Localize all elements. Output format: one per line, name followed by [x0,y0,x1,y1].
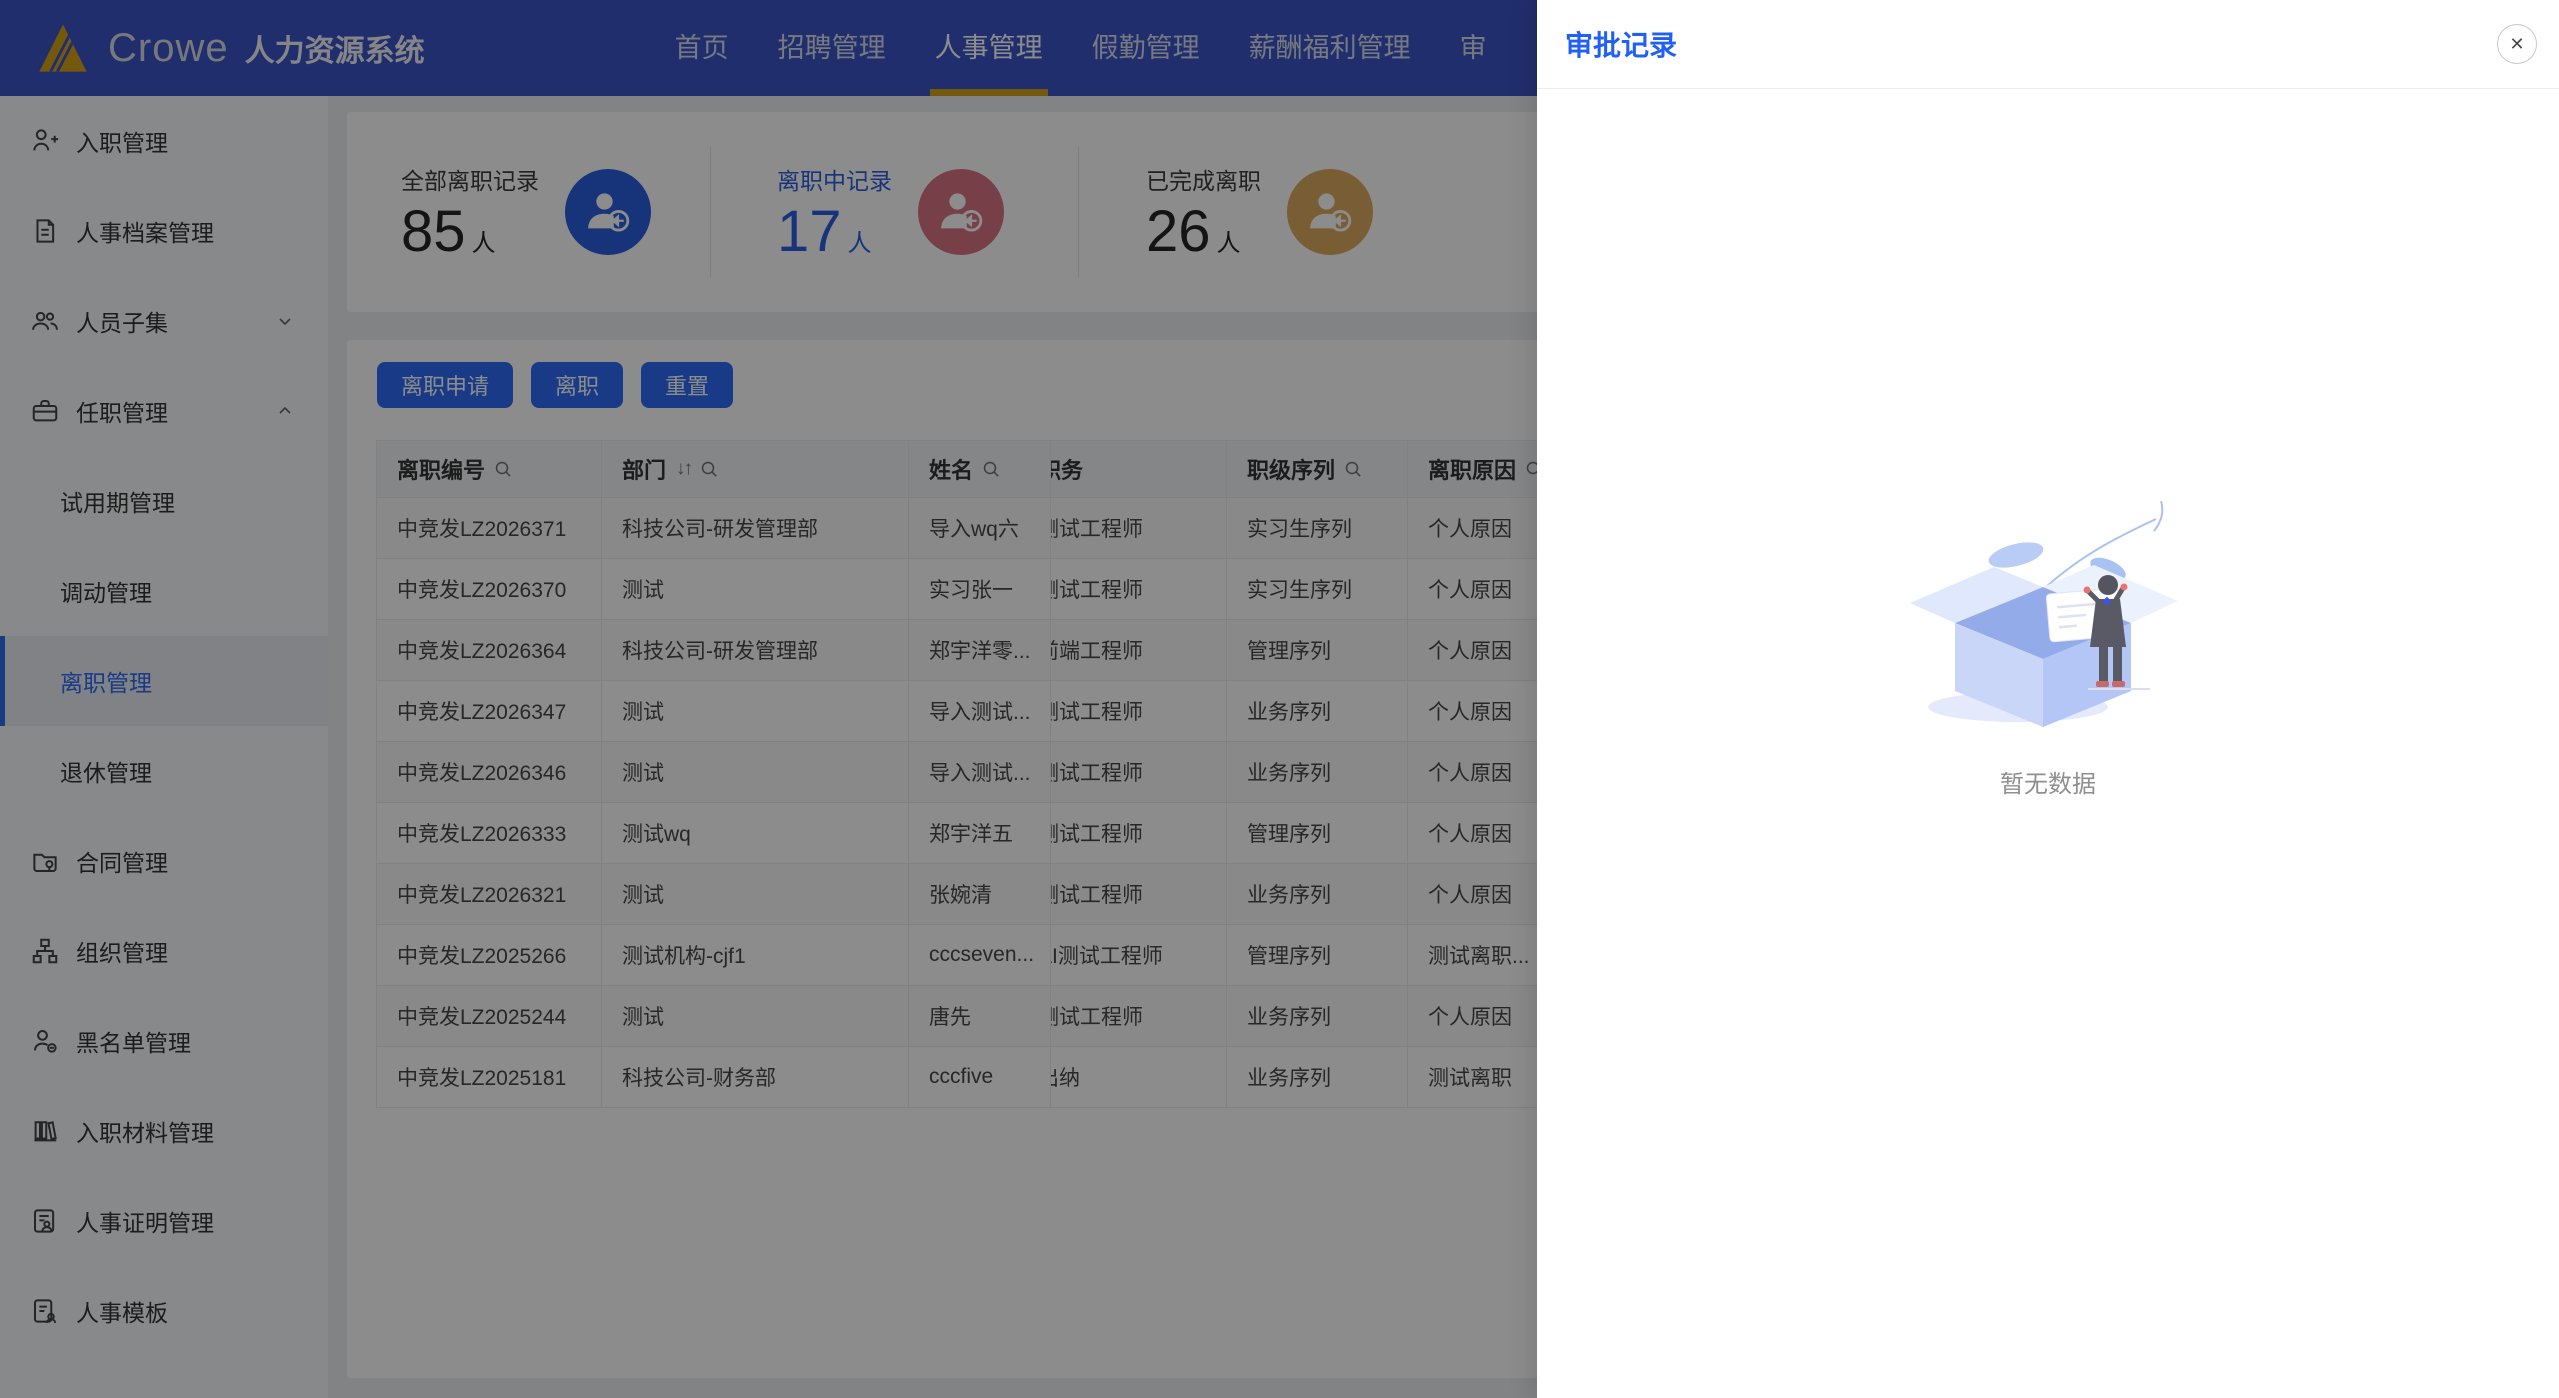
drawer-header: 审批记录 ✕ [1537,0,2559,89]
approval-drawer: 审批记录 ✕ 暂无数据 [1537,0,2559,1398]
close-icon[interactable]: ✕ [2497,24,2537,64]
app-root: { "brand": { "name": "Crowe", "system": … [0,0,2559,1398]
drawer-title: 审批记录 [1565,30,1678,61]
empty-text: 暂无数据 [2000,771,2096,798]
empty-state: 暂无数据 [1898,495,2198,799]
empty-box-illustration [1910,500,2178,727]
